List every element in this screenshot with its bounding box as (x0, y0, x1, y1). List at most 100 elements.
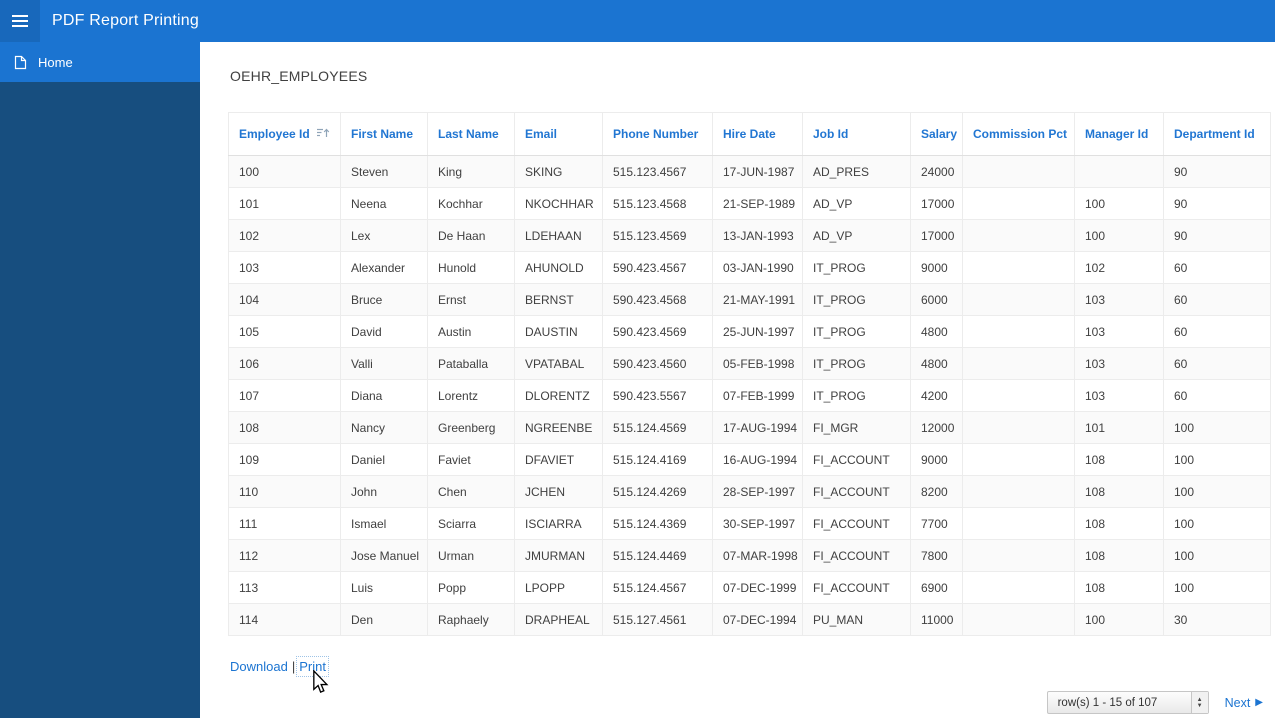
table-cell: NGREENBE (514, 411, 603, 444)
next-page-label: Next (1224, 695, 1251, 710)
table-cell: 100 (1074, 219, 1164, 252)
table-cell: IT_PROG (802, 251, 911, 284)
table-cell: DFAVIET (514, 443, 603, 476)
table-cell: LDEHAAN (514, 219, 603, 252)
stepper-icon[interactable]: ▲ ▼ (1190, 692, 1208, 713)
table-cell: AD_PRES (802, 155, 911, 188)
table-row: 105 David Austin DAUSTIN 590.423.4569 25-JUN-… (228, 315, 1271, 348)
table-cell: 60 (1163, 315, 1271, 348)
column-header-email[interactable]: Email (514, 112, 603, 156)
table-cell: 515.124.4369 (602, 507, 713, 540)
table-cell: Austin (427, 315, 515, 348)
column-header-label: Employee Id (239, 126, 310, 141)
table-cell: 590.423.4567 (602, 251, 713, 284)
table-row: 111 Ismael Sciarra ISCIARRA 515.124.4369 30-S… (228, 507, 1271, 540)
table-cell (962, 219, 1075, 252)
table-cell: AD_VP (802, 187, 911, 220)
table-cell: 103 (1074, 347, 1164, 380)
column-header-commission-pct[interactable]: Commission Pct (962, 112, 1075, 156)
table-cell: 6000 (910, 283, 963, 316)
column-header-phone-number[interactable]: Phone Number (602, 112, 713, 156)
table-cell: 8200 (910, 475, 963, 508)
table-cell: King (427, 155, 515, 188)
table-cell: John (340, 475, 428, 508)
table-cell: 17000 (910, 187, 963, 220)
column-header-employee-id[interactable]: Employee Id (228, 112, 341, 156)
table-row: 114 Den Raphaely DRAPHEAL 515.127.4561 07-DEC… (228, 603, 1271, 636)
table-cell: Daniel (340, 443, 428, 476)
table-cell: NKOCHHAR (514, 187, 603, 220)
table-cell: 100 (1163, 571, 1271, 604)
table-cell: 107 (228, 379, 341, 412)
table-cell (962, 251, 1075, 284)
table-cell: 100 (1163, 411, 1271, 444)
nav-menu-button[interactable] (0, 0, 40, 42)
employees-table: Employee Id First Name Last Name Email Phone… (228, 112, 1271, 636)
table-cell: DLORENTZ (514, 379, 603, 412)
column-header-job-id[interactable]: Job Id (802, 112, 911, 156)
stepper-down-icon: ▼ (1196, 702, 1203, 709)
table-cell: 90 (1163, 219, 1271, 252)
table-cell: 108 (1074, 443, 1164, 476)
table-cell: 100 (1163, 443, 1271, 476)
column-header-label: Hire Date (723, 127, 776, 141)
column-header-manager-id[interactable]: Manager Id (1074, 112, 1164, 156)
pagination-bar: row(s) 1 - 15 of 107 ▲ ▼ Next ▶ (1046, 691, 1263, 714)
table-row: 100 Steven King SKING 515.123.4567 17-JUN-198… (228, 155, 1271, 188)
table-cell: LPOPP (514, 571, 603, 604)
table-cell: 4200 (910, 379, 963, 412)
table-cell: Lex (340, 219, 428, 252)
download-link[interactable]: Download (230, 659, 288, 674)
table-cell: Jose Manuel (340, 539, 428, 572)
table-cell (962, 507, 1075, 540)
column-header-salary[interactable]: Salary (910, 112, 963, 156)
table-cell: Faviet (427, 443, 515, 476)
table-cell: FI_ACCOUNT (802, 571, 911, 604)
table-cell: 100 (1163, 475, 1271, 508)
table-cell: 515.124.4269 (602, 475, 713, 508)
table-cell: Ismael (340, 507, 428, 540)
table-cell: 106 (228, 347, 341, 380)
table-cell: 21-MAY-1991 (712, 283, 803, 316)
table-cell: 109 (228, 443, 341, 476)
column-header-first-name[interactable]: First Name (340, 112, 428, 156)
column-header-hire-date[interactable]: Hire Date (712, 112, 803, 156)
table-row: 113 Luis Popp LPOPP 515.124.4567 07-DEC-1999 F… (228, 571, 1271, 604)
pagination-rows-select[interactable]: row(s) 1 - 15 of 107 ▲ ▼ (1046, 691, 1209, 714)
table-cell: 112 (228, 539, 341, 572)
table-cell (1074, 155, 1164, 188)
table-cell (962, 187, 1075, 220)
table-row: 108 Nancy Greenberg NGREENBE 515.124.4569 17-… (228, 411, 1271, 444)
table-cell: Steven (340, 155, 428, 188)
table-cell: 515.124.4469 (602, 539, 713, 572)
next-page-link[interactable]: Next ▶ (1225, 696, 1263, 710)
table-cell: FI_ACCOUNT (802, 507, 911, 540)
table-cell: Lorentz (427, 379, 515, 412)
print-link[interactable]: Print (296, 656, 329, 677)
table-cell: 4800 (910, 347, 963, 380)
table-cell: Ernst (427, 283, 515, 316)
table-cell: 07-DEC-1994 (712, 603, 803, 636)
table-cell: DRAPHEAL (514, 603, 603, 636)
column-header-last-name[interactable]: Last Name (427, 112, 515, 156)
table-cell: 102 (228, 219, 341, 252)
app-title: PDF Report Printing (52, 12, 199, 29)
table-cell: Neena (340, 187, 428, 220)
sidebar-item-home[interactable]: Home (0, 42, 200, 82)
table-cell: 07-MAR-1998 (712, 539, 803, 572)
table-cell: 590.423.4569 (602, 315, 713, 348)
table-cell: VPATABAL (514, 347, 603, 380)
table-cell: 6900 (910, 571, 963, 604)
table-cell: 9000 (910, 443, 963, 476)
table-cell: 590.423.4560 (602, 347, 713, 380)
table-cell (962, 283, 1075, 316)
table-cell: 07-DEC-1999 (712, 571, 803, 604)
table-cell: 7700 (910, 507, 963, 540)
table-cell: Raphaely (427, 603, 515, 636)
table-cell: 515.123.4568 (602, 187, 713, 220)
table-cell: Luis (340, 571, 428, 604)
table-cell (962, 347, 1075, 380)
column-header-department-id[interactable]: Department Id (1163, 112, 1271, 156)
table-cell: Chen (427, 475, 515, 508)
table-cell: ISCIARRA (514, 507, 603, 540)
